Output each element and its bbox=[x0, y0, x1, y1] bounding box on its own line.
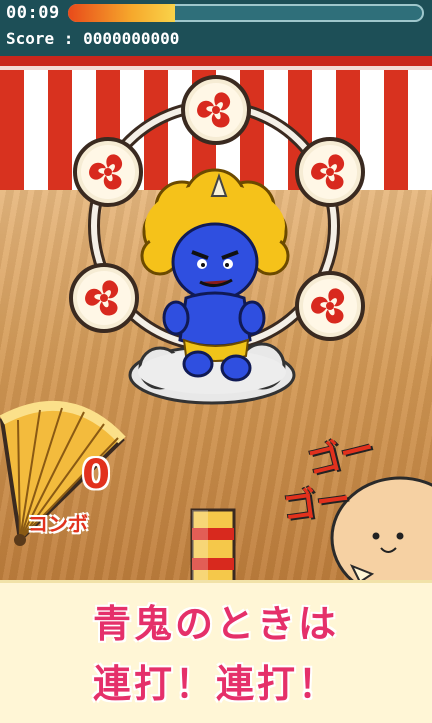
drum-top[interactable] bbox=[181, 75, 251, 145]
sfx-go-2: ゴー bbox=[280, 479, 353, 529]
caption-line-1: 青鬼のときは bbox=[92, 602, 339, 646]
drum-upper-left[interactable] bbox=[73, 137, 143, 207]
drum-lower-right[interactable] bbox=[295, 271, 365, 341]
combo-count: 0 bbox=[82, 452, 110, 498]
drum-upper-right[interactable] bbox=[295, 137, 365, 207]
caption-line-2: 連打！連打！ bbox=[92, 662, 339, 706]
combo-label: コンボ bbox=[28, 512, 88, 536]
drum-lower-left[interactable] bbox=[69, 263, 139, 333]
striped-pole bbox=[190, 508, 236, 588]
